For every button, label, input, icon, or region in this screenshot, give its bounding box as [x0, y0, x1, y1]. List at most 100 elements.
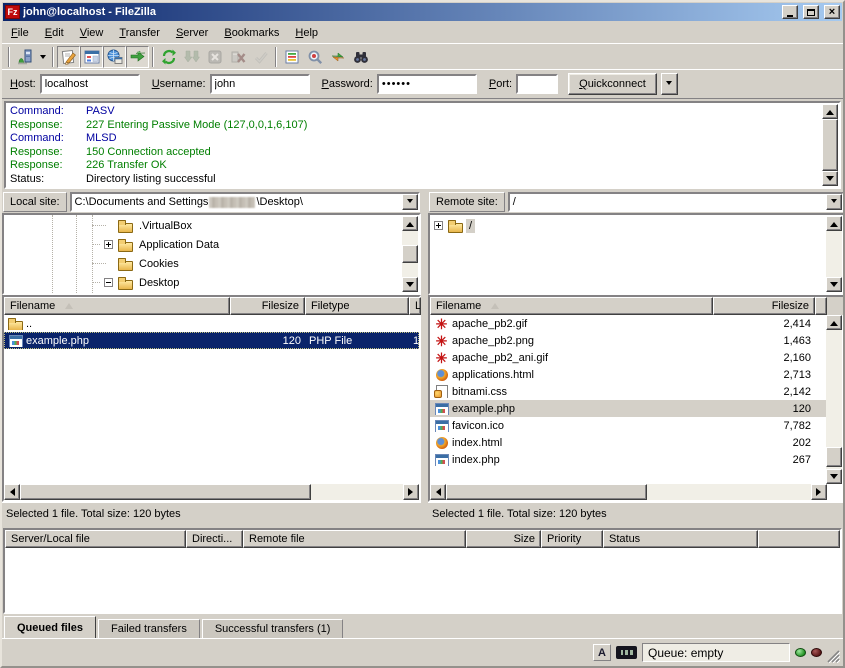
- scroll-down-button[interactable]: [402, 277, 418, 292]
- column-header-status[interactable]: Status: [603, 530, 758, 548]
- menu-transfer[interactable]: Transfer: [111, 24, 168, 42]
- column-header-priority[interactable]: Priority: [541, 530, 603, 548]
- synchronized-browsing-button[interactable]: [326, 46, 349, 68]
- close-button[interactable]: ×: [824, 5, 840, 19]
- tree-item-root[interactable]: /: [430, 216, 825, 235]
- column-header-last-modified[interactable]: L: [409, 297, 421, 315]
- reconnect-button[interactable]: [249, 46, 272, 68]
- file-row-example-php[interactable]: example.php 120: [430, 400, 827, 417]
- local-list-rows[interactable]: .. example.php 120 PHP File 1: [4, 315, 419, 484]
- collapse-icon[interactable]: [104, 278, 113, 287]
- host-input[interactable]: [40, 74, 140, 94]
- column-header-filesize[interactable]: Filesize: [230, 297, 305, 315]
- remote-list-rows[interactable]: apache_pb2.gif 2,414 apache_pb2.png 1,46…: [430, 315, 843, 484]
- toggle-local-tree-button[interactable]: [80, 46, 103, 68]
- find-files-button[interactable]: [349, 46, 372, 68]
- remote-site-combobox[interactable]: /: [508, 192, 844, 212]
- scroll-left-button[interactable]: [430, 484, 446, 500]
- remote-list-scrollbar[interactable]: [826, 315, 842, 484]
- menu-server[interactable]: Server: [168, 24, 216, 42]
- titlebar[interactable]: Fz john@localhost - FileZilla ×: [3, 3, 842, 21]
- scroll-thumb[interactable]: [402, 245, 418, 263]
- file-row-parent-dir[interactable]: ..: [4, 315, 419, 332]
- directory-comparison-button[interactable]: [303, 46, 326, 68]
- quickconnect-dropdown[interactable]: [661, 73, 678, 95]
- cancel-operation-button[interactable]: [203, 46, 226, 68]
- remote-horizontal-scrollbar[interactable]: [430, 484, 827, 500]
- queue-empty-area[interactable]: [5, 548, 840, 612]
- column-header-filename[interactable]: Filename: [430, 297, 713, 315]
- column-header-filename[interactable]: Filename: [4, 297, 230, 315]
- scroll-down-button[interactable]: [826, 277, 842, 292]
- column-header-direction[interactable]: Directi...: [186, 530, 243, 548]
- file-row[interactable]: applications.html 2,713: [430, 366, 827, 383]
- file-row-example-php[interactable]: example.php 120 PHP File 1: [4, 332, 419, 349]
- resize-grip[interactable]: [827, 650, 840, 663]
- scroll-thumb[interactable]: [446, 484, 647, 500]
- scroll-thumb[interactable]: [826, 447, 842, 467]
- scroll-up-button[interactable]: [826, 315, 842, 330]
- local-site-dropdown[interactable]: [402, 194, 418, 210]
- maximize-button[interactable]: [803, 5, 819, 19]
- toggle-transfer-queue-button[interactable]: [126, 46, 149, 68]
- remote-tree-scrollbar[interactable]: [826, 216, 842, 292]
- tab-queued-files[interactable]: Queued files: [4, 616, 96, 638]
- expand-icon[interactable]: [104, 240, 113, 249]
- toggle-remote-tree-button[interactable]: [103, 46, 126, 68]
- tree-item-cookies[interactable]: Cookies: [4, 254, 401, 273]
- site-manager-dropdown[interactable]: [36, 46, 49, 68]
- remote-directory-tree[interactable]: /: [428, 213, 845, 295]
- datatype-indicator-icon[interactable]: A: [593, 644, 611, 661]
- refresh-button[interactable]: [157, 46, 180, 68]
- menu-edit[interactable]: Edit: [37, 24, 72, 42]
- site-manager-button[interactable]: [13, 46, 36, 68]
- scroll-left-button[interactable]: [4, 484, 20, 500]
- file-row[interactable]: bitnami.css 2,142: [430, 383, 827, 400]
- quickconnect-button[interactable]: Quickconnect: [568, 73, 657, 95]
- log-scrollbar[interactable]: [822, 104, 838, 186]
- username-input[interactable]: [210, 74, 310, 94]
- local-site-combobox[interactable]: C:\Documents and Settings\Desktop\: [70, 192, 420, 212]
- tree-item-desktop[interactable]: Desktop: [4, 273, 401, 292]
- scroll-up-button[interactable]: [402, 216, 418, 231]
- tab-failed-transfers[interactable]: Failed transfers: [98, 619, 200, 638]
- column-header-size[interactable]: Size: [466, 530, 541, 548]
- disconnect-button[interactable]: [226, 46, 249, 68]
- scroll-right-button[interactable]: [403, 484, 419, 500]
- password-input[interactable]: [377, 74, 477, 94]
- file-row[interactable]: index.html 202: [430, 434, 827, 451]
- filter-button[interactable]: [280, 46, 303, 68]
- scroll-right-button[interactable]: [811, 484, 827, 500]
- local-horizontal-scrollbar[interactable]: [4, 484, 419, 500]
- menu-help[interactable]: Help: [287, 24, 326, 42]
- scroll-down-button[interactable]: [822, 171, 838, 186]
- column-header-filesize[interactable]: Filesize: [713, 297, 815, 315]
- local-directory-tree[interactable]: .VirtualBox Application Data Cookies: [2, 213, 421, 295]
- menu-view[interactable]: View: [72, 24, 112, 42]
- tree-item-application-data[interactable]: Application Data: [4, 235, 401, 254]
- scroll-up-button[interactable]: [822, 104, 838, 119]
- scroll-up-button[interactable]: [826, 216, 842, 231]
- menu-file[interactable]: File: [3, 24, 37, 42]
- tab-successful-transfers[interactable]: Successful transfers (1): [202, 619, 344, 638]
- scroll-thumb[interactable]: [822, 119, 838, 171]
- file-row[interactable]: apache_pb2.png 1,463: [430, 332, 827, 349]
- minimize-button[interactable]: [782, 5, 798, 19]
- menu-bookmarks[interactable]: Bookmarks: [216, 24, 287, 42]
- port-input[interactable]: [516, 74, 558, 94]
- tree-item-virtualbox[interactable]: .VirtualBox: [4, 216, 401, 235]
- file-row[interactable]: index.php 267: [430, 451, 827, 468]
- speed-limit-indicator-icon[interactable]: [616, 646, 637, 659]
- column-header-server-local-file[interactable]: Server/Local file: [5, 530, 186, 548]
- file-row[interactable]: favicon.ico 7,782: [430, 417, 827, 434]
- expand-icon[interactable]: [434, 221, 443, 230]
- toggle-message-log-button[interactable]: [57, 46, 80, 68]
- scroll-down-button[interactable]: [826, 469, 842, 484]
- process-queue-button[interactable]: [180, 46, 203, 68]
- local-tree-scrollbar[interactable]: [402, 216, 418, 292]
- message-log[interactable]: Command:PASV Response:227 Entering Passi…: [4, 101, 841, 189]
- scroll-thumb[interactable]: [20, 484, 311, 500]
- file-row[interactable]: apache_pb2.gif 2,414: [430, 315, 827, 332]
- column-header-filetype[interactable]: Filetype: [305, 297, 409, 315]
- remote-site-dropdown[interactable]: [826, 194, 842, 210]
